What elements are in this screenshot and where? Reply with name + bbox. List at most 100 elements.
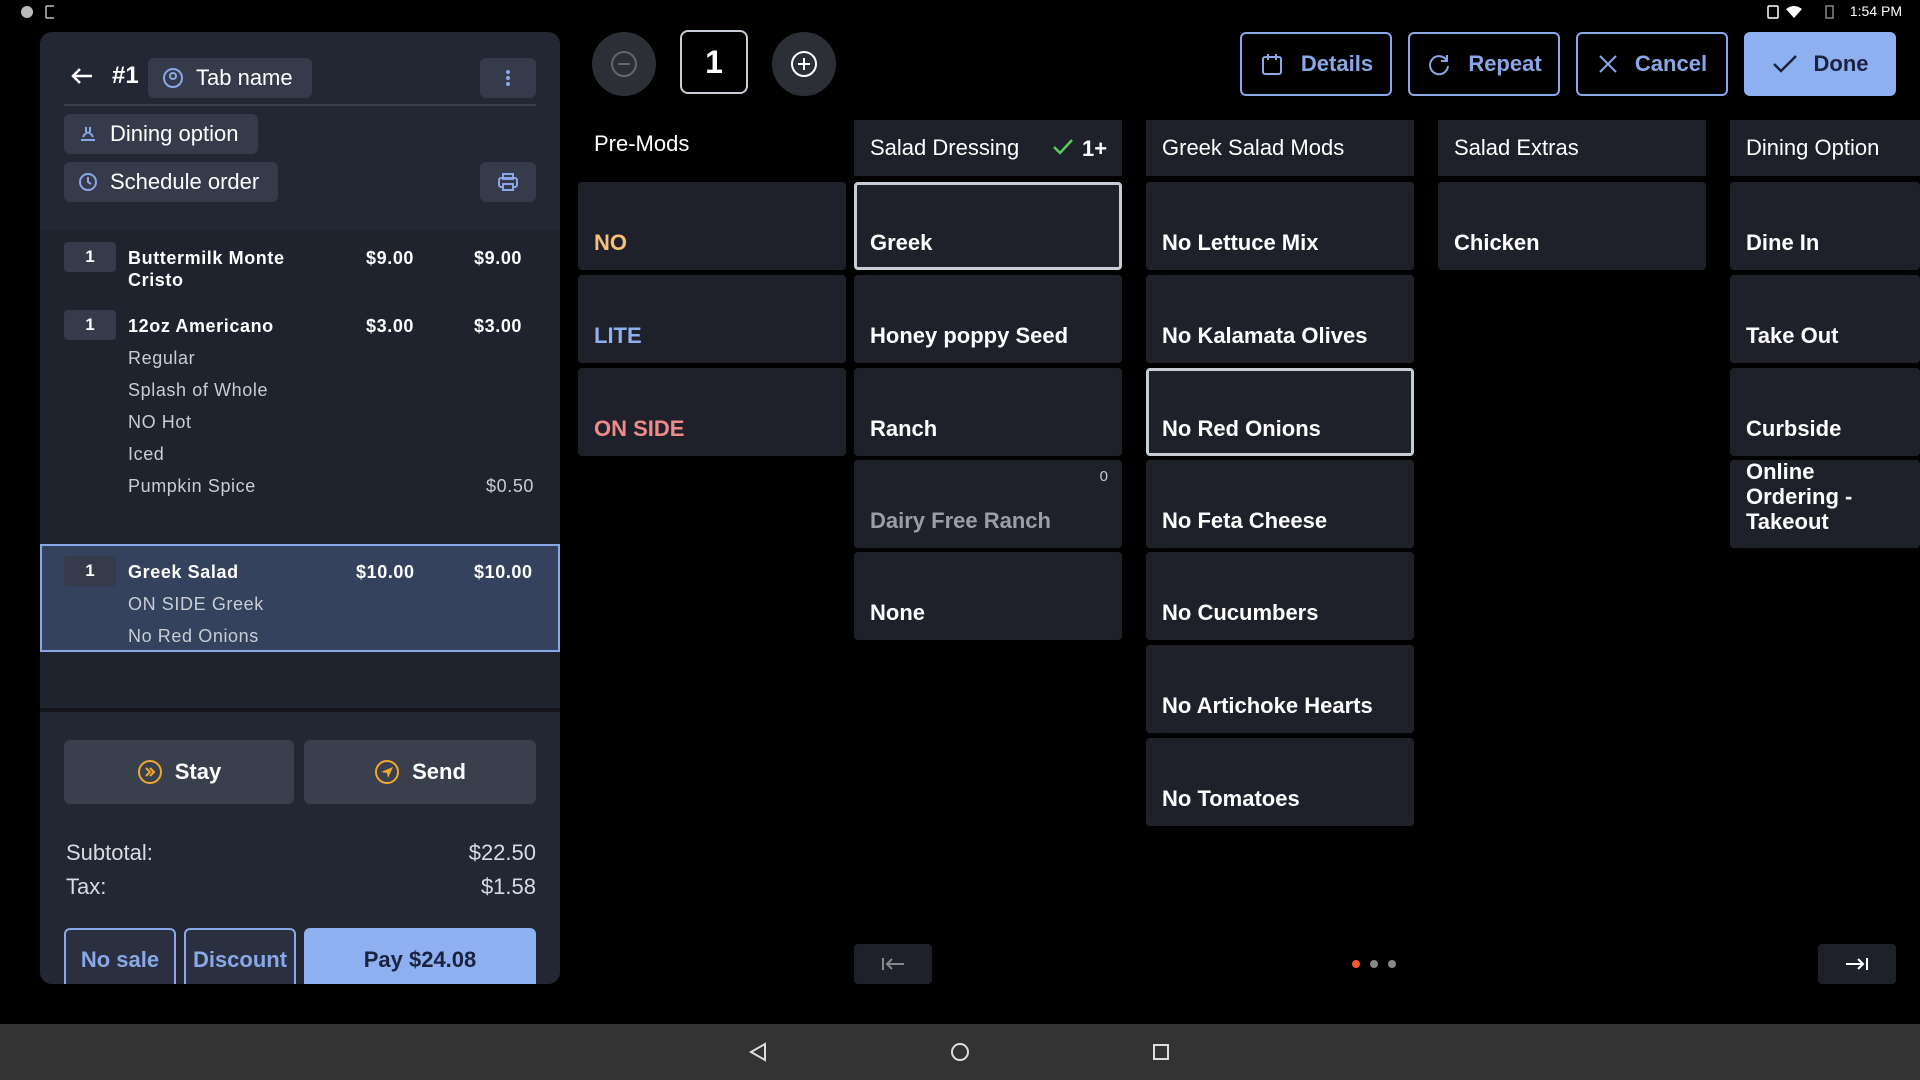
cancel-button[interactable]: Cancel: [1576, 32, 1728, 96]
item-price: $9.00: [366, 248, 415, 268]
first-page-icon: [882, 958, 904, 970]
item-name-line2: Cristo: [128, 270, 184, 290]
dining-curbside[interactable]: Curbside: [1730, 368, 1920, 456]
dining-icon: [81, 127, 95, 141]
repeat-button[interactable]: Repeat: [1408, 32, 1560, 96]
dressing-greek-selected[interactable]: Greek: [854, 182, 1122, 270]
requirement-met-check-icon: [1053, 139, 1073, 155]
mod-no-artichoke-hearts[interactable]: No Artichoke Hearts: [1146, 645, 1414, 733]
system-status-icons: [1767, 5, 1834, 19]
premod-lite[interactable]: LITE: [578, 275, 846, 363]
tab-name-label: Tab name: [196, 65, 293, 90]
subtotal-value: $22.50: [468, 840, 536, 865]
plus-circle-icon: [791, 51, 817, 77]
mod-no-lettuce-mix[interactable]: No Lettuce Mix: [1146, 182, 1414, 270]
tab-name-button[interactable]: Tab name: [148, 58, 312, 98]
dressing-none[interactable]: None: [854, 552, 1122, 640]
requirement-label: 1+: [1082, 136, 1108, 161]
premod-no[interactable]: NO: [578, 182, 846, 270]
schedule-order-button[interactable]: Schedule order: [64, 162, 278, 202]
mod-no-kalamata-olives[interactable]: No Kalamata Olives: [1146, 275, 1414, 363]
quantity-display[interactable]: 1: [680, 30, 748, 94]
extra-chicken[interactable]: Chicken: [1438, 182, 1706, 270]
details-label: Details: [1300, 51, 1374, 76]
schedule-order-label: Schedule order: [110, 169, 260, 194]
item-modifier: ON SIDE Greek: [128, 594, 264, 614]
dressing-honey-poppy-seed[interactable]: Honey poppy Seed: [854, 275, 1122, 363]
person-icon: [163, 68, 183, 88]
discount-button[interactable]: Discount: [184, 928, 296, 984]
order-items-list[interactable]: 1 Buttermilk Monte Cristo $9.00 $9.00 1 …: [40, 230, 560, 736]
pay-button[interactable]: Pay $24.08: [304, 928, 536, 984]
details-icon: [1261, 54, 1282, 75]
dining-dine-in[interactable]: Dine In: [1730, 182, 1920, 270]
stay-button[interactable]: Stay: [64, 740, 294, 804]
item-name: 12oz Americano: [128, 316, 274, 336]
done-label: Done: [1813, 51, 1869, 76]
dressing-ranch[interactable]: Ranch: [854, 368, 1122, 456]
salad-dressing-title: Salad Dressing: [870, 135, 1020, 160]
dressing-dairy-free-ranch-label: Dairy Free Ranch: [870, 508, 1051, 533]
greek-salad-mods-header: Greek Salad Mods: [1146, 120, 1414, 176]
item-modifier: NO Hot: [128, 412, 192, 432]
no-sale-button[interactable]: No sale: [64, 928, 176, 984]
cancel-label: Cancel: [1634, 51, 1708, 76]
clock-icon: [79, 173, 97, 191]
item-qty: 1: [64, 556, 116, 586]
status-bar: 1:54 PM: [0, 0, 1920, 24]
order-panel: #1 Tab name Dining option Schedule order…: [40, 32, 560, 984]
dining-take-out[interactable]: Take Out: [1730, 275, 1920, 363]
more-vert-icon: [506, 70, 510, 86]
tax-label: Tax:: [66, 874, 107, 899]
item-price: $3.00: [366, 316, 415, 336]
first-page-button[interactable]: [854, 944, 932, 984]
home-nav-icon[interactable]: [950, 1042, 970, 1062]
item-name: Greek Salad: [128, 562, 239, 582]
header-divider: [64, 104, 536, 106]
item-total: $9.00: [474, 248, 523, 268]
stock-count: 0: [1099, 468, 1108, 485]
page-indicator-dots: [1352, 960, 1396, 968]
order-item-row[interactable]: 1 Buttermilk Monte Cristo $9.00 $9.00: [40, 230, 560, 298]
back-arrow-icon[interactable]: [70, 66, 94, 86]
order-item-row-selected[interactable]: 1 Greek Salad $10.00 $10.00 ON SIDE Gree…: [40, 544, 560, 652]
dining-option-button[interactable]: Dining option: [64, 114, 258, 154]
repeat-icon: [1429, 55, 1450, 76]
item-modifier: No Red Onions: [128, 626, 259, 646]
premods-header: Pre-Mods: [594, 131, 690, 156]
recents-nav-icon[interactable]: [1152, 1043, 1170, 1061]
order-number: #1: [112, 62, 139, 89]
item-modifier: Splash of Whole: [128, 380, 269, 400]
send-label: Send: [412, 759, 466, 784]
mod-no-red-onions-selected[interactable]: No Red Onions: [1146, 368, 1414, 456]
more-options-button[interactable]: [480, 58, 536, 98]
print-button[interactable]: [480, 162, 536, 202]
order-item-row[interactable]: 1 12oz Americano $3.00 $3.00 Regular Spl…: [40, 298, 560, 510]
item-modifier: Iced: [128, 444, 165, 464]
stay-icon: [137, 760, 162, 784]
order-footer: Stay Send Subtotal: $22.50 Tax: $1.58 No…: [40, 708, 560, 984]
dining-option-header: Dining Option: [1730, 120, 1920, 176]
premod-on-side[interactable]: ON SIDE: [578, 368, 846, 456]
mod-no-cucumbers[interactable]: No Cucumbers: [1146, 552, 1414, 640]
dressing-dairy-free-ranch[interactable]: Dairy Free Ranch 0: [854, 460, 1122, 548]
dining-online-ordering-line2: Takeout: [1746, 509, 1829, 534]
mod-no-feta-cheese[interactable]: No Feta Cheese: [1146, 460, 1414, 548]
item-price: $10.00: [356, 562, 415, 582]
details-button[interactable]: Details: [1240, 32, 1392, 96]
notification-icons: [21, 5, 54, 19]
send-button[interactable]: Send: [304, 740, 536, 804]
item-qty: 1: [64, 310, 116, 340]
back-nav-icon[interactable]: [748, 1042, 768, 1062]
mod-no-tomatoes[interactable]: No Tomatoes: [1146, 738, 1414, 826]
decrease-qty-button[interactable]: [592, 32, 656, 96]
footer-divider: [40, 708, 560, 712]
dining-online-ordering-takeout[interactable]: Online Ordering - Takeout: [1730, 459, 1920, 548]
printer-icon: [498, 173, 518, 191]
done-button[interactable]: Done: [1744, 32, 1896, 96]
minus-circle-icon: [611, 51, 637, 77]
item-qty: 1: [64, 242, 116, 272]
last-page-button[interactable]: [1818, 944, 1896, 984]
increase-qty-button[interactable]: [772, 32, 836, 96]
salad-extras-header: Salad Extras: [1438, 120, 1706, 176]
